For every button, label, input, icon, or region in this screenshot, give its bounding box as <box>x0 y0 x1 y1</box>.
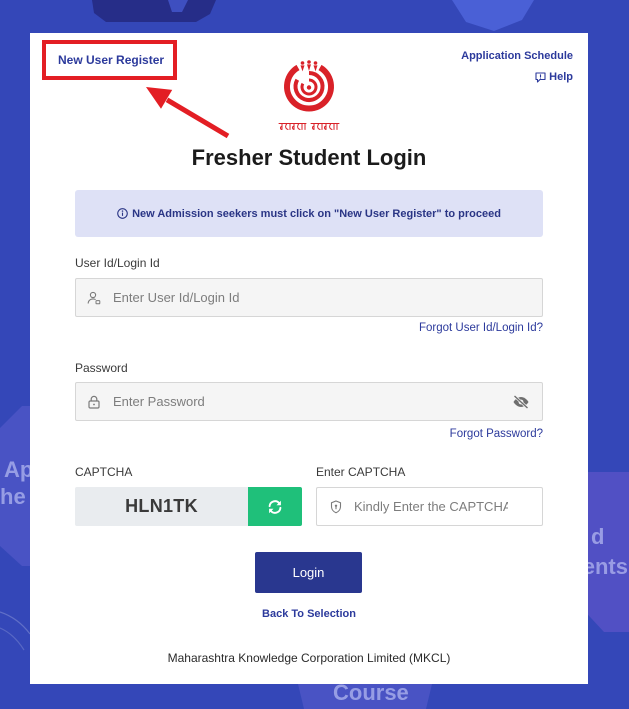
info-icon <box>117 208 128 219</box>
help-icon <box>535 71 546 83</box>
user-id-input[interactable] <box>75 278 543 317</box>
user-id-label: User Id/Login Id <box>75 256 160 270</box>
background-curve <box>0 627 25 651</box>
university-logo <box>281 59 337 113</box>
captcha-input[interactable] <box>316 487 543 526</box>
new-user-register-link[interactable]: New User Register <box>58 53 164 67</box>
background-text-left-1: Ap <box>4 457 34 482</box>
lock-icon <box>88 382 100 421</box>
login-button[interactable]: Login <box>255 552 362 593</box>
background-shape-top-left <box>92 0 216 22</box>
login-card: New User Register Application Schedule H… <box>30 33 588 684</box>
help-label: Help <box>549 71 573 83</box>
background-text-right-1: d <box>591 524 605 549</box>
background-text-left-2: he <box>0 484 26 509</box>
page-title: Fresher Student Login <box>191 145 427 170</box>
back-link-row: Back To Selection <box>30 604 588 622</box>
shield-icon <box>330 487 342 526</box>
password-field <box>75 382 543 421</box>
password-input[interactable] <box>75 382 543 421</box>
password-label: Password <box>75 361 128 375</box>
captcha-label: CAPTCHA <box>75 465 133 479</box>
enter-captcha-label: Enter CAPTCHA <box>316 465 406 479</box>
forgot-user-id-link[interactable]: Forgot User Id/Login Id? <box>419 321 543 335</box>
captcha-code: HLN1TK <box>75 487 248 526</box>
help-link[interactable]: Help <box>535 70 573 84</box>
footer-text: Maharashtra Knowledge Corporation Limite… <box>167 651 451 665</box>
forgot-password-link[interactable]: Forgot Password? <box>450 427 543 441</box>
back-to-selection-link[interactable]: Back To Selection <box>262 608 356 620</box>
refresh-captcha-button[interactable] <box>248 487 302 526</box>
user-icon <box>87 278 101 317</box>
user-id-field <box>75 278 543 317</box>
captcha-input-field <box>316 487 543 526</box>
refresh-icon <box>267 499 283 515</box>
application-schedule-link[interactable]: Application Schedule <box>461 49 573 63</box>
notice-text: New Admission seekers must click on "New… <box>132 207 501 220</box>
highlight-arrow <box>146 87 230 139</box>
background-text-right-2: ents <box>582 554 628 579</box>
notice-banner: New Admission seekers must click on "New… <box>75 190 543 237</box>
logo-tagline <box>278 119 340 130</box>
background-shape-top-right <box>452 0 534 31</box>
eye-slash-icon[interactable] <box>512 382 530 421</box>
